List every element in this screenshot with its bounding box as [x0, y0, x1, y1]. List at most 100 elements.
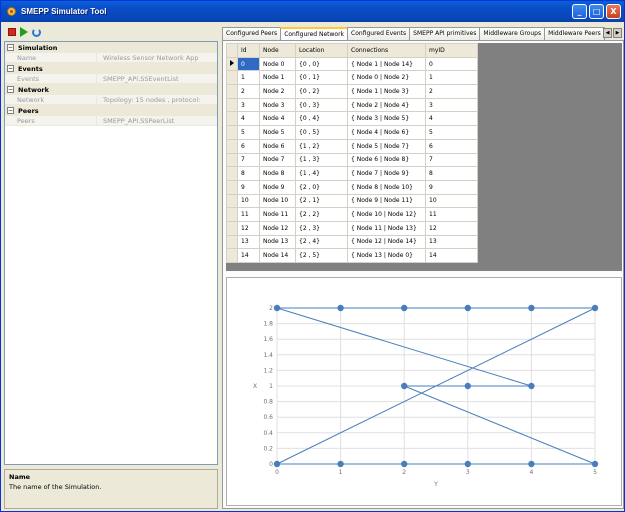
grid-cell[interactable]: 5	[425, 125, 478, 140]
tab[interactable]: Middleware Peers	[544, 27, 605, 40]
row-header[interactable]	[226, 70, 238, 86]
grid-cell[interactable]: { Node 7 | Node 9}	[347, 166, 426, 181]
grid-cell[interactable]: 5	[237, 125, 260, 140]
grid-cell[interactable]: Node 5	[259, 125, 296, 140]
row-header[interactable]	[226, 138, 238, 154]
table-row[interactable]: 5 Node 5 {0 , 5}{ Node 4 | Node 6} 5	[226, 125, 478, 140]
grid-cell[interactable]: {0 , 5}	[295, 125, 348, 140]
grid-cell[interactable]: {2 , 4}	[295, 234, 348, 250]
grid-cell[interactable]: 14	[237, 248, 260, 263]
grid-cell[interactable]: 1	[425, 70, 478, 86]
grid-cell[interactable]: {0 , 1}	[295, 70, 348, 86]
node-point[interactable]	[401, 460, 408, 468]
row-header[interactable]	[226, 111, 238, 127]
grid-cell[interactable]: 13	[237, 234, 260, 250]
node-point[interactable]	[464, 460, 471, 468]
collapse-icon[interactable]: −	[7, 86, 14, 93]
grid-cell[interactable]: 11	[425, 207, 478, 222]
table-row[interactable]: 6 Node 6 {1 , 2}{ Node 5 | Node 7} 6	[226, 138, 478, 154]
grid-cell[interactable]: 8	[237, 166, 260, 181]
grid-cell[interactable]: 14	[425, 248, 478, 263]
grid-cell[interactable]: {2 , 5}	[295, 248, 348, 263]
property-category[interactable]: − Peers	[5, 105, 217, 116]
collapse-icon[interactable]: −	[7, 107, 14, 114]
property-row[interactable]: Network Topology: 15 nodes , protocol:	[5, 95, 217, 105]
row-header[interactable]	[226, 234, 238, 250]
grid-cell[interactable]: Node 12	[259, 220, 296, 236]
table-row[interactable]: 13 Node 13 {2 , 4}{ Node 12 | Node 14} 13	[226, 234, 478, 250]
grid-cell[interactable]: {2 , 2}	[295, 207, 348, 222]
grid-cell[interactable]: 6	[425, 138, 478, 154]
row-header[interactable]	[226, 179, 238, 195]
node-point[interactable]	[591, 304, 599, 312]
grid-cell[interactable]: {2 , 0}	[295, 179, 348, 195]
grid-cell[interactable]: {1 , 3}	[295, 152, 348, 168]
column-header[interactable]: myID	[425, 43, 478, 58]
tab[interactable]: Configured Events	[347, 27, 411, 40]
grid-cell[interactable]: {0 , 2}	[295, 84, 348, 99]
grid-cell[interactable]: Node 7	[259, 152, 296, 168]
grid-cell[interactable]: Node 9	[259, 179, 296, 195]
grid-cell[interactable]: { Node 11 | Node 13}	[347, 220, 426, 236]
grid-cell[interactable]: Node 0	[259, 56, 296, 72]
node-point[interactable]	[401, 382, 408, 390]
grid-cell[interactable]: { Node 9 | Node 11}	[347, 193, 426, 209]
row-header[interactable]	[226, 84, 238, 99]
close-button[interactable]: X	[606, 4, 621, 19]
grid-cell[interactable]: 9	[237, 179, 260, 195]
table-row[interactable]: 0 Node 0 {0 , 0}{ Node 1 | Node 14} 0	[226, 56, 478, 72]
grid-cell[interactable]: 9	[425, 179, 478, 195]
grid-cell[interactable]: 6	[237, 138, 260, 154]
table-row[interactable]: 12 Node 12 {2 , 3}{ Node 11 | Node 13} 12	[226, 220, 478, 236]
title-bar[interactable]: SMEPP Simulator Tool _ □ X	[1, 1, 624, 22]
property-category[interactable]: − Events	[5, 63, 217, 74]
grid-cell[interactable]: Node 1	[259, 70, 296, 86]
property-value[interactable]: SMEPP_API.SSEventList	[97, 74, 217, 83]
grid-cell[interactable]: Node 10	[259, 193, 296, 209]
tab[interactable]: SMEPP API primitives	[409, 27, 481, 40]
grid-cell[interactable]: 7	[237, 152, 260, 168]
grid-cell[interactable]: 3	[237, 97, 260, 113]
tab[interactable]: Configured Peers	[222, 27, 282, 40]
grid-cell[interactable]: {1 , 4}	[295, 166, 348, 181]
maximize-button[interactable]: □	[589, 4, 604, 19]
table-row[interactable]: 9 Node 9 {2 , 0}{ Node 8 | Node 10} 9	[226, 179, 478, 195]
grid-cell[interactable]: 12	[237, 220, 260, 236]
grid-cell[interactable]: 10	[237, 193, 260, 209]
grid-cell[interactable]: 2	[237, 84, 260, 99]
node-point[interactable]	[591, 460, 599, 468]
column-header[interactable]: Location	[295, 43, 348, 58]
table-row[interactable]: 7 Node 7 {1 , 3}{ Node 6 | Node 8} 7	[226, 152, 478, 168]
tab-scroll-right-icon[interactable]: ▶	[613, 28, 622, 38]
grid-cell[interactable]: Node 3	[259, 97, 296, 113]
grid-cell[interactable]: Node 8	[259, 166, 296, 181]
node-point[interactable]	[273, 304, 281, 312]
grid-cell[interactable]: Node 13	[259, 234, 296, 250]
node-point[interactable]	[337, 304, 344, 312]
row-header[interactable]	[226, 220, 238, 236]
grid-cell[interactable]: { Node 1 | Node 14}	[347, 56, 426, 72]
grid-cell[interactable]: Node 11	[259, 207, 296, 222]
grid-cell[interactable]: { Node 1 | Node 3}	[347, 84, 426, 99]
tab[interactable]: Configured Network	[280, 27, 349, 41]
grid-cell[interactable]: { Node 5 | Node 7}	[347, 138, 426, 154]
grid-cell[interactable]: {0 , 4}	[295, 111, 348, 127]
row-header[interactable]	[226, 193, 238, 209]
grid-cell[interactable]: {2 , 1}	[295, 193, 348, 209]
property-value[interactable]: SMEPP_API.SSPeerList	[97, 116, 217, 125]
grid-cell[interactable]: 0	[425, 56, 478, 72]
tab[interactable]: Middleware Groups	[479, 27, 546, 40]
table-row[interactable]: 1 Node 1 {0 , 1}{ Node 0 | Node 2} 1	[226, 70, 478, 86]
property-category[interactable]: − Simulation	[5, 42, 217, 53]
grid-cell[interactable]: { Node 10 | Node 12}	[347, 207, 426, 222]
node-point[interactable]	[528, 460, 535, 468]
grid-cell[interactable]: 13	[425, 234, 478, 250]
grid-cell[interactable]: {0 , 3}	[295, 97, 348, 113]
collapse-icon[interactable]: −	[7, 44, 14, 51]
grid-cell[interactable]: { Node 3 | Node 5}	[347, 111, 426, 127]
property-row[interactable]: Name Wireless Sensor Network App	[5, 53, 217, 63]
row-header[interactable]	[226, 248, 238, 263]
grid-cell[interactable]: {1 , 2}	[295, 138, 348, 154]
node-point[interactable]	[401, 304, 408, 312]
refresh-icon[interactable]	[32, 27, 41, 37]
